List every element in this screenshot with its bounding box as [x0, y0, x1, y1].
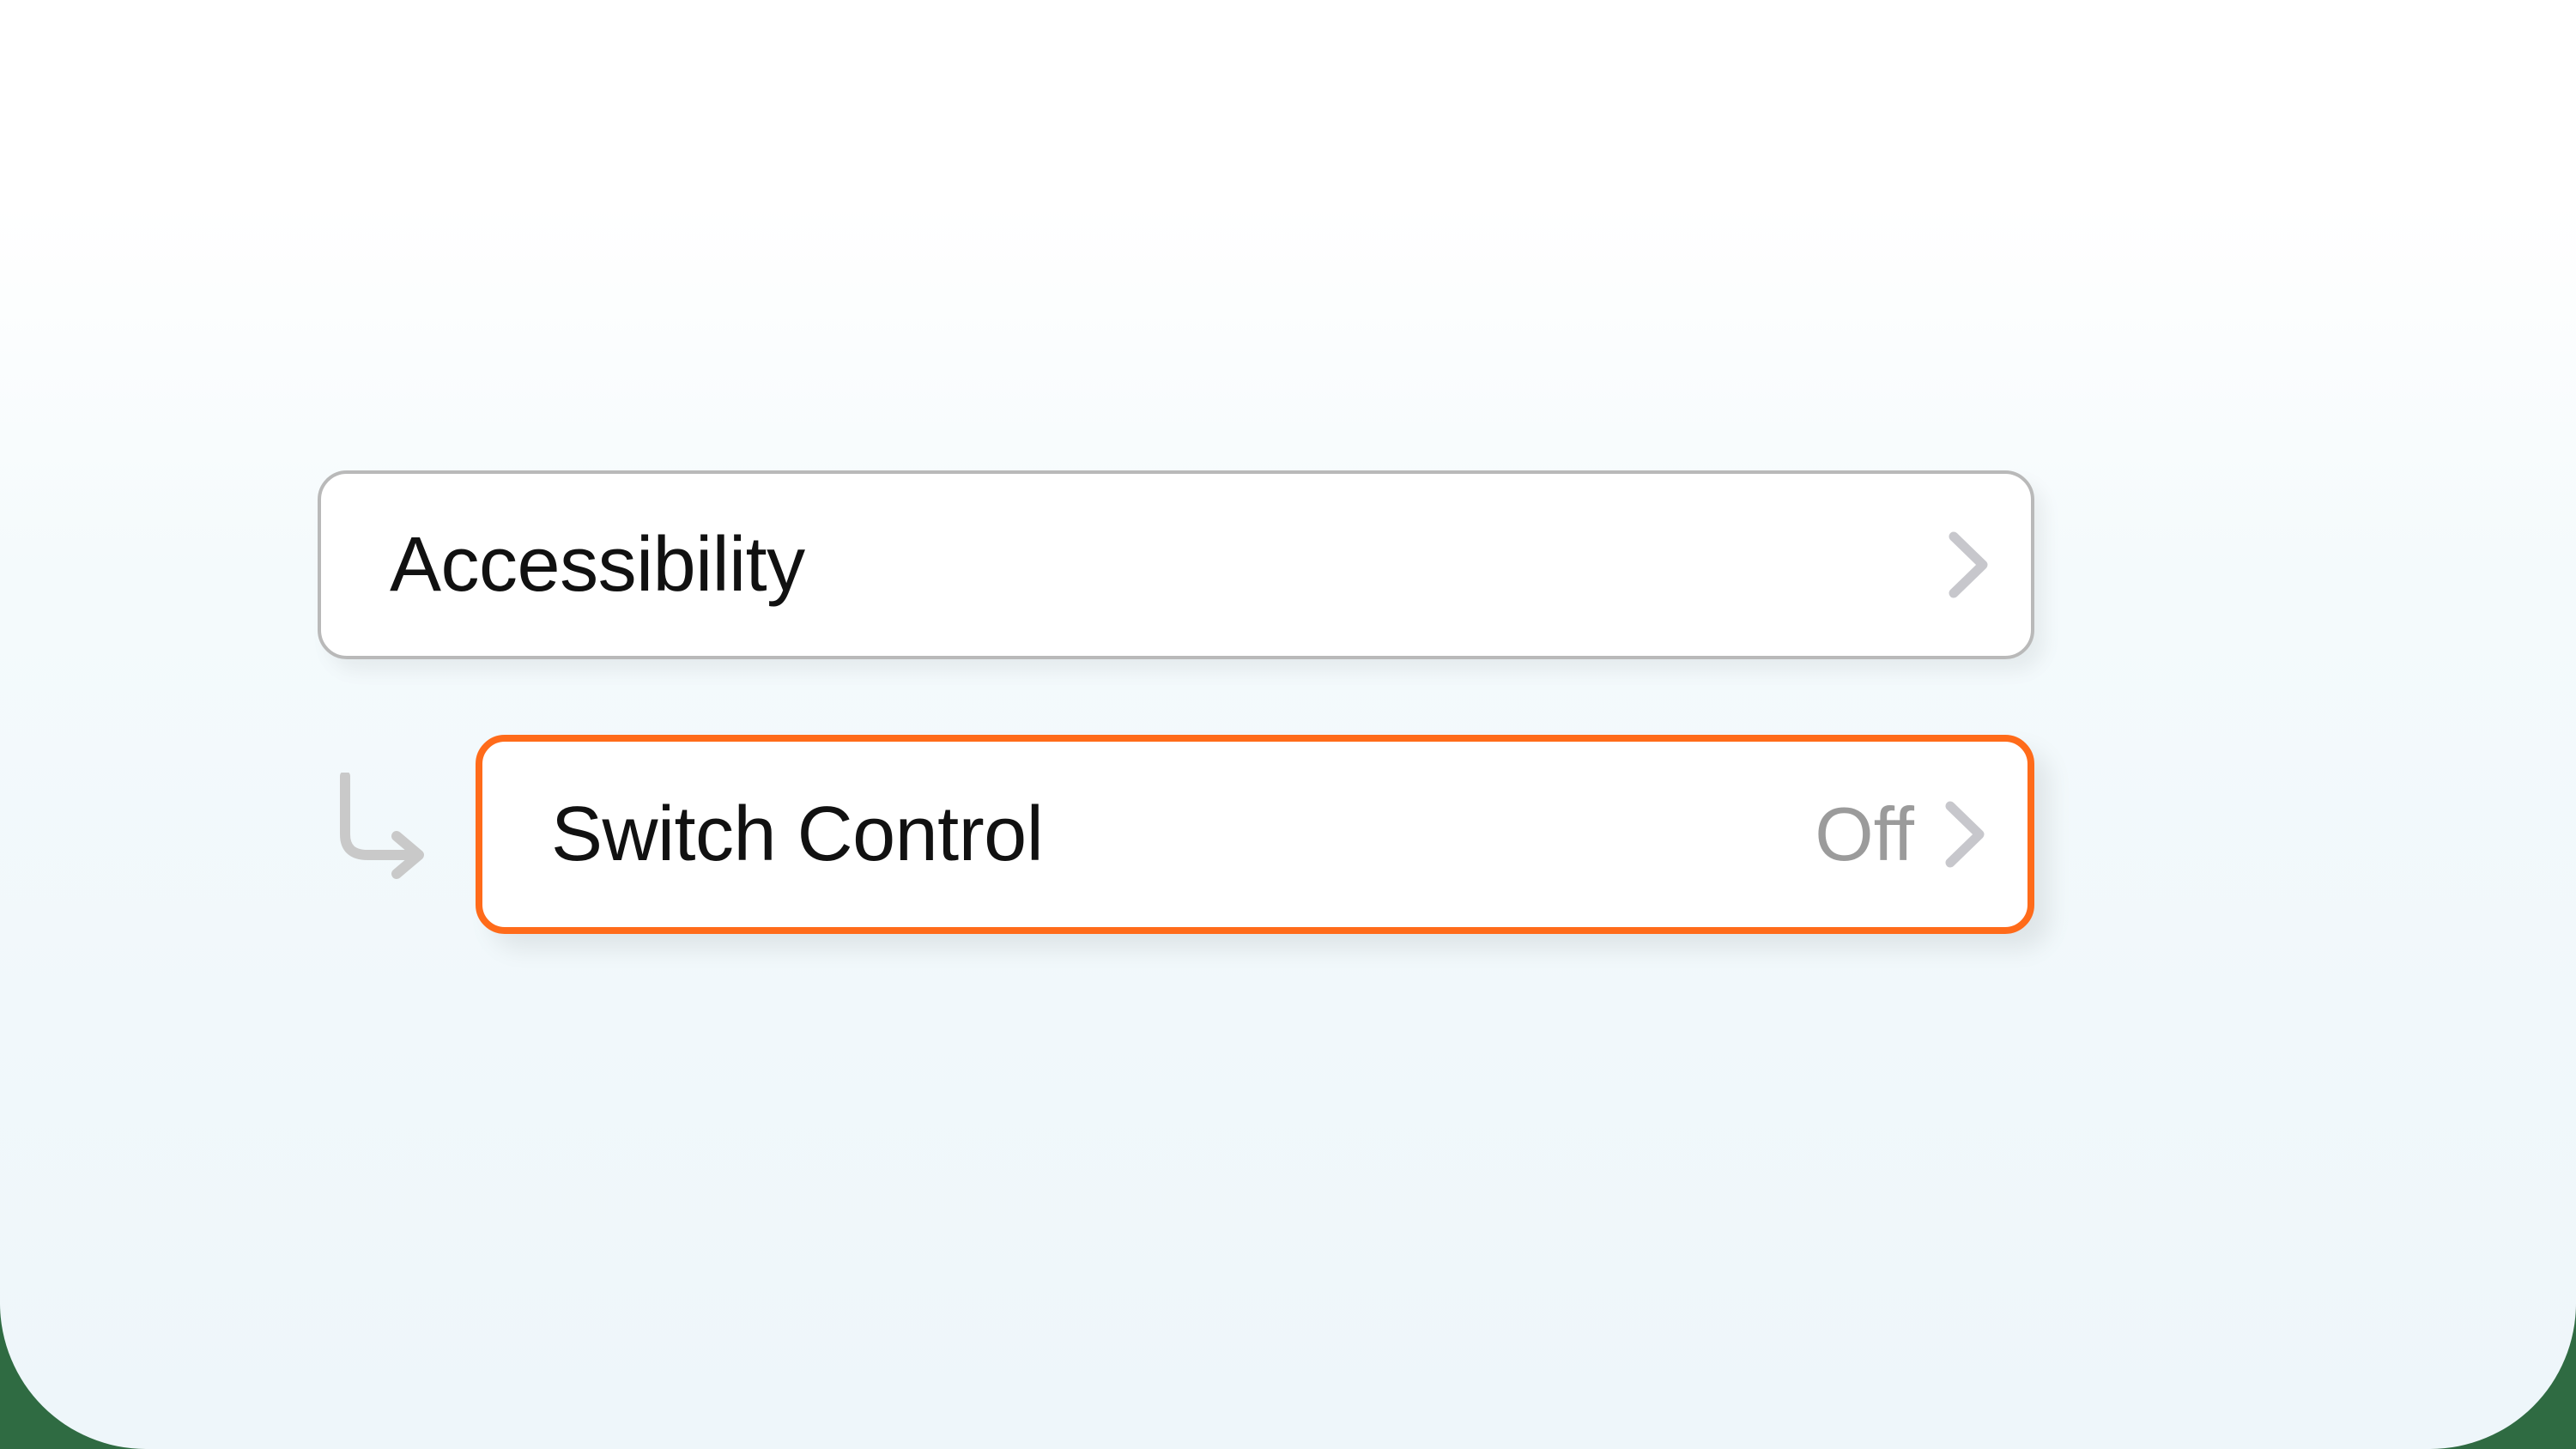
settings-card: Accessibility Switch Control [0, 0, 2576, 1449]
chevron-right-icon [1949, 531, 1988, 598]
indent-arrow-icon [330, 773, 450, 888]
settings-rows: Accessibility Switch Control [318, 470, 2034, 934]
child-row-line: Switch Control Off [318, 735, 2034, 934]
row-label: Accessibility [390, 521, 805, 609]
row-label: Switch Control [551, 791, 1043, 879]
chevron-right-icon [1945, 801, 1985, 868]
row-right-group: Off [1815, 791, 1985, 878]
row-value: Off [1815, 791, 1914, 878]
settings-row-accessibility[interactable]: Accessibility [318, 470, 2034, 659]
settings-row-switch-control[interactable]: Switch Control Off [476, 735, 2034, 934]
